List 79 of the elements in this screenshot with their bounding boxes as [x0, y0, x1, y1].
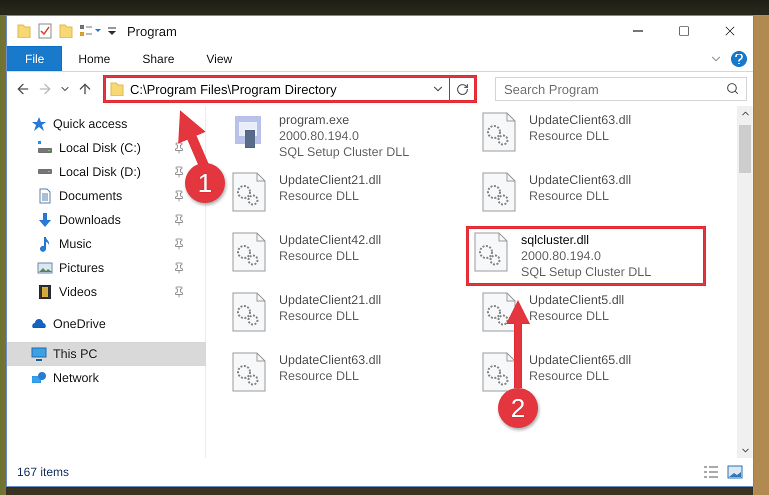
- large-icons-view-icon[interactable]: [727, 465, 743, 479]
- pin-icon[interactable]: [173, 190, 185, 202]
- sidebar-item[interactable]: Music: [7, 232, 100, 256]
- file-name[interactable]: UpdateClient63.dll: [529, 112, 632, 128]
- pin-icon[interactable]: [173, 214, 185, 226]
- new-folder-icon: [59, 24, 73, 38]
- star-icon: [31, 116, 47, 132]
- scrollbar[interactable]: [737, 106, 753, 458]
- pin-icon[interactable]: [173, 166, 185, 178]
- sidebar-item[interactable]: OneDrive: [7, 312, 114, 336]
- document-icon: [37, 188, 53, 204]
- file-name[interactable]: UpdateClient21.dll: [279, 172, 382, 188]
- file-name[interactable]: program.exe: [279, 112, 410, 128]
- pin-icon[interactable]: [173, 262, 185, 274]
- gear-file-icon: [481, 352, 517, 392]
- gear-file-icon: [231, 232, 267, 272]
- file-name[interactable]: UpdateClient63.dll: [279, 352, 382, 368]
- file-name[interactable]: UpdateClient21.dll: [279, 292, 382, 308]
- file-name[interactable]: sqlcluster.dll: [521, 232, 652, 248]
- minimize-icon: [633, 30, 643, 32]
- drive-icon: [37, 140, 53, 156]
- gear-file-icon: [481, 172, 517, 212]
- folder-icon: [110, 82, 124, 96]
- file-name[interactable]: UpdateClient65.dll: [529, 352, 632, 368]
- gear-file-icon: [481, 292, 517, 332]
- file-detail: 2000.80.194.0: [521, 248, 602, 264]
- file-detail: 2000.80.194.0: [279, 128, 360, 144]
- file-detail: Resource DLL: [279, 368, 360, 384]
- file-detail: Resource DLL: [529, 308, 610, 324]
- search-icon[interactable]: [726, 82, 739, 95]
- file-detail: SQL Setup Cluster DLL: [521, 264, 652, 280]
- sidebar-item[interactable]: Local Disk (D:): [7, 160, 149, 184]
- file-detail: Resource DLL: [279, 188, 360, 204]
- properties-icon[interactable]: [37, 23, 53, 39]
- up-button[interactable]: [77, 81, 93, 97]
- window-title: Program: [127, 24, 177, 38]
- sidebar-item[interactable]: Documents: [7, 184, 130, 208]
- file-detail: SQL Setup Cluster DLL: [279, 144, 410, 160]
- drive-icon: [37, 169, 53, 175]
- pin-icon[interactable]: [173, 238, 185, 250]
- file-detail: Resource DLL: [529, 128, 610, 144]
- file-menu-tab[interactable]: File: [7, 46, 62, 71]
- sidebar-item[interactable]: Network: [7, 366, 107, 390]
- details-view-icon[interactable]: [703, 465, 719, 479]
- file-detail: Resource DLL: [529, 368, 610, 384]
- file-detail: Resource DLL: [529, 188, 610, 204]
- gear-file-icon: [481, 112, 517, 152]
- gear-file-icon: [231, 352, 267, 392]
- sidebar-item[interactable]: Local Disk (C:): [7, 136, 149, 160]
- folder-icon: [17, 24, 31, 38]
- sidebar-item[interactable]: Quick access: [7, 112, 136, 136]
- address-field[interactable]: C:\Program Files\Program Directory: [106, 78, 450, 100]
- pin-icon[interactable]: [173, 142, 185, 154]
- help-icon[interactable]: [731, 50, 747, 66]
- sidebar-item[interactable]: Pictures: [7, 256, 112, 280]
- sidebar-item[interactable]: Downloads: [7, 208, 129, 232]
- file-detail: Resource DLL: [279, 248, 360, 264]
- scroll-thumb[interactable]: [739, 125, 751, 173]
- back-button[interactable]: [15, 81, 31, 97]
- file-name[interactable]: UpdateClient63.dll: [529, 172, 632, 188]
- gear-file-icon: [231, 172, 267, 212]
- gear-file-icon: [473, 232, 509, 272]
- view-options-icon[interactable]: [79, 24, 101, 38]
- sidebar-item[interactable]: This PC: [7, 342, 206, 366]
- download-icon: [37, 212, 53, 228]
- computer-icon: [31, 346, 47, 362]
- pin-icon[interactable]: [173, 286, 185, 298]
- pictures-icon: [37, 260, 53, 276]
- network-icon: [31, 370, 47, 386]
- file-detail: Resource DLL: [279, 308, 360, 324]
- gear-file-icon: [231, 292, 267, 332]
- file-name[interactable]: UpdateClient5.dll: [529, 292, 624, 308]
- film-icon: [37, 284, 53, 300]
- item-count: 167 items: [17, 465, 70, 479]
- sidebar-item[interactable]: Videos: [7, 280, 105, 304]
- customize-toolbar-icon[interactable]: [107, 26, 117, 36]
- file-name[interactable]: UpdateClient42.dll: [279, 232, 382, 248]
- maximize-icon: [678, 25, 690, 37]
- search-field[interactable]: Search Program: [495, 77, 747, 101]
